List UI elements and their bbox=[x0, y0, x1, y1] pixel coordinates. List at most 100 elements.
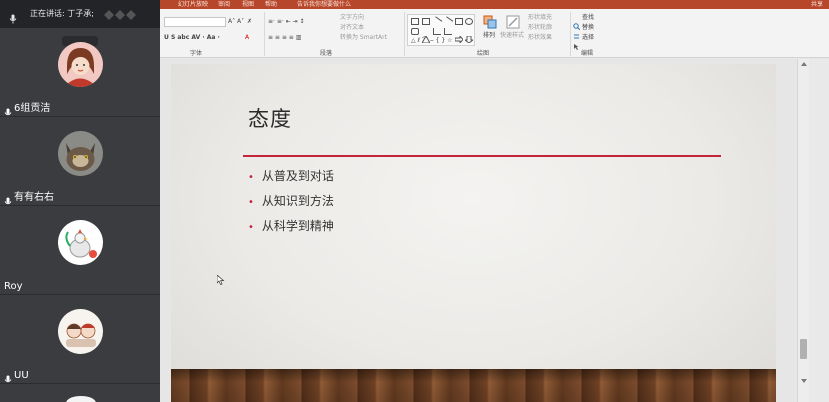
bullet-dot-icon: • bbox=[248, 172, 254, 183]
participant-tile[interactable] bbox=[0, 384, 160, 402]
replace-icon bbox=[573, 25, 580, 39]
smartart-button[interactable]: 转换为 SmartArt bbox=[340, 34, 387, 42]
wood-floor-shade bbox=[171, 369, 776, 402]
name-bar: 有有右右 bbox=[0, 189, 160, 205]
avatar bbox=[66, 396, 96, 402]
quick-styles-icon[interactable] bbox=[505, 14, 521, 30]
screen: 幻灯片放映 审阅 视图 帮助 告诉我你想要做什么 共享 A˄ A˅ ✗ U S … bbox=[0, 0, 829, 402]
more-shapes-icons[interactable]: △ ℓ ⌒ ⌢ { } ☆ bbox=[411, 37, 453, 45]
bullet-item[interactable]: • 从科学到精神 bbox=[248, 217, 334, 234]
textbox-shape-icon[interactable] bbox=[411, 18, 419, 25]
participant-name: 6组贡洁 bbox=[14, 103, 51, 114]
down-arrow-shape-icon[interactable] bbox=[463, 28, 475, 44]
line-shape-icon[interactable] bbox=[431, 16, 443, 27]
select-button[interactable]: 选择 bbox=[582, 34, 594, 42]
scroll-down-icon[interactable] bbox=[801, 379, 807, 383]
scroll-up-icon[interactable] bbox=[801, 62, 807, 66]
tab-review[interactable]: 审阅 bbox=[218, 0, 230, 9]
replace-button[interactable]: 替换 bbox=[582, 24, 594, 32]
vertical-scrollbar[interactable] bbox=[797, 59, 809, 402]
mouse-cursor-icon bbox=[216, 270, 225, 285]
rectangle-shape-icon[interactable] bbox=[455, 18, 463, 25]
find-button[interactable]: 查找 bbox=[582, 14, 594, 22]
oval-shape-icon[interactable] bbox=[465, 18, 473, 25]
lightbulb-icon bbox=[289, 1, 295, 16]
bullet-dot-icon: • bbox=[248, 222, 254, 233]
name-bar: Roy bbox=[0, 278, 160, 294]
right-arrow-shape-icon[interactable] bbox=[454, 28, 464, 45]
grow-font-icon[interactable]: A˄ A˅ bbox=[228, 18, 244, 26]
tell-me-search[interactable]: 告诉我你想要做什么 bbox=[297, 0, 351, 9]
right-gutter bbox=[809, 59, 829, 402]
tab-slideshow[interactable]: 幻灯片放映 bbox=[178, 0, 208, 9]
textbox-shape-icon[interactable] bbox=[422, 18, 430, 25]
clear-format-icon[interactable]: ✗ bbox=[247, 18, 252, 26]
font-color-icon[interactable]: A bbox=[245, 34, 249, 42]
paragraph-group-label: 段落 bbox=[320, 50, 333, 57]
font-format-row-icon[interactable]: U S abc AV · Aa · bbox=[164, 34, 220, 42]
participant-tile[interactable]: UU bbox=[0, 295, 160, 383]
slide-title[interactable]: 态度 bbox=[248, 103, 292, 133]
bullet-item[interactable]: • 从普及到对话 bbox=[248, 167, 334, 184]
avatar bbox=[58, 220, 103, 265]
align-icons[interactable]: ≡ ≡ ≡ ≡ ▥ bbox=[268, 34, 301, 42]
participant-tile[interactable]: 6组贡洁 bbox=[0, 28, 160, 116]
share-button[interactable]: 共享 bbox=[811, 0, 823, 9]
ribbon-separator bbox=[264, 12, 265, 56]
user-icon bbox=[774, 1, 781, 17]
participant-name: 有有右右 bbox=[14, 192, 54, 203]
bullet-dot-icon: • bbox=[248, 197, 254, 208]
text-direction-button[interactable]: 文字方向 bbox=[340, 14, 364, 22]
tab-view[interactable]: 视图 bbox=[242, 0, 254, 9]
font-group-label: 字体 bbox=[190, 50, 203, 57]
avatar bbox=[58, 42, 103, 87]
triangle-shape-icon[interactable] bbox=[421, 28, 431, 44]
shapes-gallery[interactable]: △ ℓ ⌒ ⌢ { } ☆ bbox=[407, 14, 475, 46]
participant-name: Roy bbox=[4, 281, 23, 292]
select-icon bbox=[573, 35, 580, 50]
shape-effects-button[interactable]: 形状效果 bbox=[528, 34, 552, 42]
avatar bbox=[58, 131, 103, 176]
ribbon-separator bbox=[404, 12, 405, 56]
align-text-button[interactable]: 对齐文本 bbox=[340, 24, 364, 32]
connector-shape-icon[interactable] bbox=[444, 28, 452, 35]
arrange-button[interactable]: 排列 bbox=[483, 32, 495, 40]
font-size-field[interactable] bbox=[164, 17, 226, 27]
participant-tile[interactable]: 有有右右 bbox=[0, 117, 160, 205]
speaking-label: 正在讲话: 丁子承; bbox=[30, 9, 94, 18]
tab-help[interactable]: 帮助 bbox=[265, 0, 277, 9]
participant-tile[interactable]: Roy bbox=[0, 206, 160, 294]
scroll-thumb[interactable] bbox=[800, 339, 807, 359]
bullet-text: 从科学到精神 bbox=[261, 219, 334, 233]
drawing-group-label: 绘图 bbox=[477, 50, 490, 57]
bullet-text: 从知识到方法 bbox=[261, 194, 334, 208]
speaker-mic-icon bbox=[8, 9, 18, 24]
mic-icon bbox=[3, 103, 13, 116]
ribbon-separator bbox=[570, 12, 571, 56]
mic-icon bbox=[3, 370, 13, 383]
rounded-rect-shape-icon[interactable] bbox=[411, 28, 419, 35]
arrange-icon[interactable] bbox=[482, 14, 498, 30]
quick-styles-button[interactable]: 快速样式 bbox=[500, 32, 524, 40]
shape-fill-button[interactable]: 形状填充 bbox=[528, 14, 552, 22]
bullet-item[interactable]: • 从知识到方法 bbox=[248, 192, 334, 209]
name-bar: UU bbox=[0, 367, 160, 383]
slide[interactable]: 态度 • 从普及到对话 • 从知识到方法 • 从科学到精神 bbox=[171, 64, 776, 402]
name-bar: 6组贡洁 bbox=[0, 100, 160, 116]
elbow-connector-icon[interactable] bbox=[433, 28, 441, 35]
mic-icon bbox=[3, 192, 13, 205]
editing-group-label: 编辑 bbox=[581, 50, 594, 57]
list-icons[interactable]: ≡· ≡· ⇤ ⇥ ↕ bbox=[268, 18, 305, 26]
avatar bbox=[58, 309, 103, 354]
participant-name: UU bbox=[14, 370, 29, 381]
speaking-header: 正在讲话: 丁子承; bbox=[0, 0, 160, 28]
ribbon-tab-bar: 幻灯片放映 审阅 视图 帮助 告诉我你想要做什么 共享 bbox=[160, 0, 829, 17]
title-underline bbox=[243, 155, 721, 157]
find-icon bbox=[573, 15, 581, 31]
arrow-shape-icon[interactable] bbox=[442, 16, 454, 27]
blurred-dots-icon bbox=[100, 7, 140, 21]
bullet-text: 从普及到对话 bbox=[261, 169, 334, 183]
shape-outline-button[interactable]: 形状轮廓 bbox=[528, 24, 552, 32]
ribbon: A˄ A˅ ✗ U S abc AV · Aa · A 字体 ≡· ≡· ⇤ ⇥… bbox=[160, 9, 829, 58]
meeting-panel: 正在讲话: 丁子承; 6组贡洁 有有右右 Roy UU bbox=[0, 0, 160, 402]
